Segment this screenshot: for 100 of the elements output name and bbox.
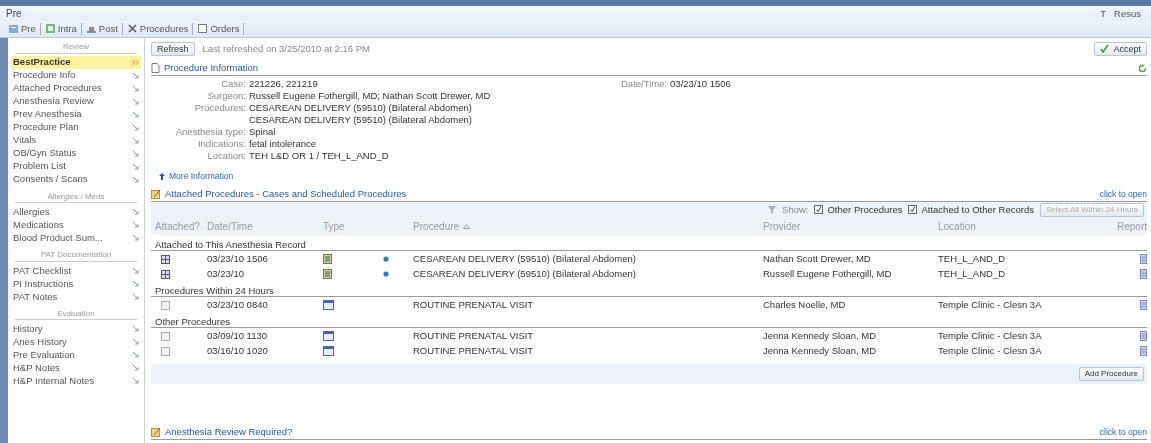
- field-value: CESAREAN DELIVERY (59510) (Bilateral Abdomen): [249, 114, 472, 126]
- refresh-button[interactable]: Refresh: [151, 41, 195, 57]
- checkbox-icon[interactable]: [161, 346, 170, 356]
- sidebar-item[interactable]: Procedure Info: [11, 68, 141, 82]
- field-value: CESAREAN DELIVERY (59510) (Bilateral Abdomen): [249, 102, 472, 114]
- sidebar-item[interactable]: PI Instructions: [11, 276, 141, 290]
- section-title[interactable]: Attached Procedures - Cases and Scheduled Procedures: [165, 188, 407, 200]
- toolbar-button[interactable]: T: [1096, 7, 1111, 20]
- sidebar-item[interactable]: Pre Evaluation: [11, 348, 141, 362]
- group-heading: Other Procedures: [151, 312, 1147, 328]
- filter-label: Show:: [782, 204, 809, 216]
- more-information-link[interactable]: More Information: [169, 170, 234, 182]
- document-icon: [44, 23, 56, 35]
- checkmark-icon: [1100, 44, 1110, 54]
- arrow-icon: [132, 110, 139, 118]
- click-to-open-link[interactable]: click to open: [1099, 188, 1147, 200]
- field-value: 221226, 221219: [249, 78, 318, 90]
- field-value: Russell Eugene Fothergill, MD; Nathan Scott Drewer, MD: [249, 90, 491, 102]
- accept-button[interactable]: Accept: [1094, 41, 1147, 57]
- field-label: Date/Time:: [621, 78, 668, 90]
- arrow-icon: [132, 279, 139, 287]
- calendar-icon: [323, 331, 334, 342]
- checkbox-icon[interactable]: [161, 254, 170, 264]
- checkbox-icon[interactable]: [161, 331, 170, 341]
- click-to-open-link[interactable]: click to open: [1099, 426, 1147, 438]
- document-icon: [323, 254, 332, 265]
- sidebar-item[interactable]: BestPractice: [11, 55, 141, 69]
- section-title[interactable]: Procedure Information: [164, 62, 258, 74]
- field-label: Case:: [220, 78, 247, 90]
- arrow-icon: [132, 292, 139, 300]
- arrow-icon: [132, 221, 139, 229]
- toolbar-button[interactable]: Post: [81, 23, 123, 35]
- table-cell: Temple Clinic - Clesn 3A: [938, 329, 1042, 341]
- group-heading: PAT Documentation: [15, 250, 137, 262]
- toolbar-button[interactable]: Orders: [193, 23, 245, 35]
- table-cell: 03/23/10 0840: [207, 298, 268, 310]
- sidebar-item[interactable]: H&P Internal Notes: [11, 374, 141, 388]
- checkbox-icon[interactable]: [161, 300, 170, 310]
- arrow-icon: [132, 123, 139, 131]
- table-cell: Charles Noelle, MD: [763, 298, 846, 310]
- sidebar-item[interactable]: History: [11, 322, 141, 336]
- sidebar-item[interactable]: Anesthesia Review: [11, 94, 141, 108]
- sidebar-item[interactable]: Attached Procedures: [11, 81, 141, 95]
- dot-icon: [383, 256, 389, 263]
- field-label: Procedures:: [193, 102, 247, 114]
- report-icon[interactable]: [1140, 254, 1147, 265]
- field-label: Surgeon:: [206, 90, 247, 102]
- sidebar-item[interactable]: Vitals: [11, 133, 141, 147]
- sidebar-item[interactable]: Prev Anesthesia: [11, 107, 141, 121]
- note-icon: [151, 427, 161, 437]
- sidebar-item[interactable]: Procedure Plan: [11, 120, 141, 134]
- sidebar-item[interactable]: Anes History: [11, 335, 141, 349]
- group-heading: Evaluation: [15, 308, 137, 321]
- arrow-icon: [132, 208, 139, 216]
- sidebar-item[interactable]: PAT Checklist: [11, 263, 141, 277]
- arrow-icon: [132, 377, 139, 385]
- report-icon[interactable]: [1140, 331, 1147, 342]
- sidebar-item[interactable]: Blood Product Sum...: [11, 231, 141, 245]
- document-icon: [8, 23, 19, 35]
- refresh-icon[interactable]: [1138, 63, 1147, 73]
- sidebar-item[interactable]: PAT Notes: [11, 289, 141, 303]
- sidebar-item[interactable]: Medications: [11, 218, 141, 232]
- table-cell: CESAREAN DELIVERY (59510) (Bilateral Abdomen): [413, 267, 636, 279]
- table-cell: 03/23/10 1506: [207, 252, 268, 264]
- filter-icon: [768, 206, 777, 214]
- field-label: Location:: [206, 150, 247, 162]
- field-value: 03/23/10 1506: [670, 78, 731, 90]
- table-cell: CESAREAN DELIVERY (59510) (Bilateral Abdomen): [413, 252, 636, 264]
- toolbar-button[interactable]: Procedures: [122, 23, 194, 35]
- table-cell: ROUTINE PRENATAL VISIT: [413, 298, 534, 310]
- field-label: Indications:: [196, 138, 247, 150]
- sidebar-item[interactable]: Problem List: [11, 159, 141, 173]
- table-cell: Jenna Kennedy Sloan, MD: [763, 329, 877, 341]
- toolbar-button[interactable]: Pre: [4, 23, 41, 35]
- checkbox-icon: [814, 205, 824, 215]
- report-icon[interactable]: [1140, 269, 1147, 280]
- filter-checkbox[interactable]: Other Procedures: [814, 204, 903, 216]
- report-icon[interactable]: [1140, 346, 1147, 357]
- sidebar-item[interactable]: Consents / Scans: [11, 172, 141, 186]
- table-cell: TEH_L_AND_D: [938, 252, 1006, 264]
- checkbox-icon[interactable]: [161, 269, 170, 279]
- checkbox-icon: [908, 205, 918, 215]
- field-value: fetal intolerance: [249, 138, 317, 150]
- add-procedure-button[interactable]: Add Procedure: [1078, 367, 1144, 381]
- sidebar-item[interactable]: OB/Gyn Status: [11, 146, 141, 160]
- sidebar-item[interactable]: H&P Notes: [11, 361, 141, 375]
- sort-arrow-icon: [463, 224, 471, 229]
- sidebar-item[interactable]: Allergies: [11, 205, 141, 219]
- arrow-icon: [132, 162, 139, 170]
- section-title[interactable]: Anesthesia Review Required?: [165, 426, 293, 438]
- table-cell: TEH_L_AND_D: [938, 267, 1006, 279]
- table-cell: Nathan Scott Drewer, MD: [763, 252, 871, 264]
- table-cell: Russell Eugene Fothergill, MD: [763, 267, 892, 279]
- toolbar-button[interactable]: Intra: [40, 23, 82, 35]
- report-icon[interactable]: [1140, 300, 1147, 311]
- toolbar-button[interactable]: Resus: [1110, 7, 1145, 20]
- arrow-icon: [132, 351, 139, 359]
- calendar-icon: [323, 300, 334, 311]
- filter-checkbox[interactable]: Attached to Other Records: [908, 204, 1034, 216]
- arrow-icon: [132, 266, 139, 274]
